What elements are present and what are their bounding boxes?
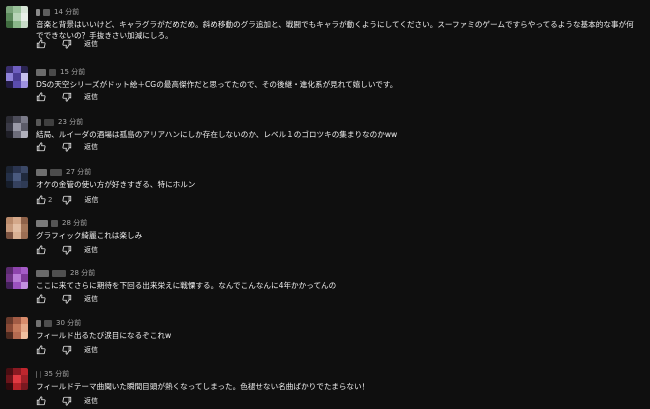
thumbs-down-icon[interactable] (62, 345, 72, 355)
avatar[interactable] (6, 267, 28, 289)
comment-header: 35 分前 (36, 368, 69, 380)
author-name[interactable] (36, 219, 58, 227)
comment-time[interactable]: 23 分前 (58, 117, 83, 127)
comment-text: フィールド出るたび涙目になるぞこれw (36, 331, 172, 340)
reply-button[interactable]: 返信 (84, 142, 98, 152)
avatar[interactable] (6, 166, 28, 188)
thumbs-up-icon[interactable] (36, 92, 46, 102)
comment-time[interactable]: 14 分前 (54, 7, 79, 17)
reply-button[interactable]: 返信 (84, 294, 98, 304)
comment-time[interactable]: 30 分前 (56, 318, 81, 328)
author-name[interactable] (36, 8, 50, 16)
comment-time[interactable]: 15 分前 (60, 67, 85, 77)
thumbs-up-icon[interactable] (36, 142, 46, 152)
avatar[interactable] (6, 116, 28, 138)
author-name[interactable] (36, 319, 52, 327)
reply-button[interactable]: 返信 (84, 39, 98, 49)
thumbs-down-icon[interactable] (62, 245, 72, 255)
comment-time[interactable]: 28 分前 (70, 268, 95, 278)
author-name[interactable] (36, 269, 66, 277)
comment-actions: 返信 (36, 37, 98, 51)
thumbs-up-icon[interactable] (36, 245, 46, 255)
reply-button[interactable]: 返信 (84, 92, 98, 102)
comment-actions: 返信 (36, 90, 98, 104)
thumbs-up-icon[interactable] (36, 294, 46, 304)
author-name[interactable] (36, 168, 62, 176)
thumbs-down-icon[interactable] (62, 92, 72, 102)
comment-time[interactable]: 35 分前 (44, 369, 69, 379)
reply-button[interactable]: 返信 (84, 195, 98, 205)
comment-header: 15 分前 (36, 66, 85, 78)
comment-text: グラフィック綺麗これは楽しみ (36, 231, 143, 240)
thumbs-down-icon[interactable] (62, 396, 72, 406)
reply-button[interactable]: 返信 (84, 396, 98, 406)
comment-actions: 返信 (36, 343, 98, 357)
thumbs-up-icon[interactable] (36, 345, 46, 355)
thumbs-up-icon[interactable] (36, 39, 46, 49)
comment-header: 30 分前 (36, 317, 81, 329)
thumbs-down-icon[interactable] (62, 294, 72, 304)
comment-header: 27 分前 (36, 166, 91, 178)
reply-button[interactable]: 返信 (84, 245, 98, 255)
comment-actions: 返信 (36, 243, 98, 257)
avatar[interactable] (6, 66, 28, 88)
comment-actions: 返信 (36, 292, 98, 306)
like-count: 2 (48, 196, 53, 204)
comment-text: 音楽と背景はいいけど、キャラグラがだめだめ。斜め移動のグラ追加と、戦闘でもキャラ… (36, 20, 634, 40)
thumbs-down-icon[interactable] (62, 142, 72, 152)
comment-header: 14 分前 (36, 6, 79, 18)
comment-text: オケの金管の使い方が好きすぎる、特にホルン (36, 180, 196, 189)
avatar[interactable] (6, 368, 28, 390)
author-name[interactable] (36, 118, 54, 126)
comment-text: 結局、ルイーダの酒場は孤島のアリアハンにしか存在しないのか、レベル１のゴロツキの… (36, 130, 398, 139)
comment-header: 28 分前 (36, 267, 95, 279)
author-name[interactable] (36, 370, 40, 378)
avatar[interactable] (6, 6, 28, 28)
comment-text: ここに来てさらに期待を下回る出来栄えに戦慄する。なんでこんなんに4年かかってんの (36, 281, 337, 290)
avatar[interactable] (6, 317, 28, 339)
thumbs-down-icon[interactable] (62, 195, 72, 205)
comment-header: 23 分前 (36, 116, 83, 128)
comment-header: 28 分前 (36, 217, 87, 229)
avatar[interactable] (6, 217, 28, 239)
comment-actions: 返信 (36, 394, 98, 408)
thumbs-up-icon[interactable] (36, 396, 46, 406)
comment-actions: 返信 (36, 140, 98, 154)
comment-time[interactable]: 28 分前 (62, 218, 87, 228)
reply-button[interactable]: 返信 (84, 345, 98, 355)
comment-time[interactable]: 27 分前 (66, 167, 91, 177)
comment-actions: 2 返信 (36, 193, 98, 207)
comment-text: DSの天空シリーズがドット絵＋CGの最高傑作だと思ってたので、その後継・進化系が… (36, 80, 398, 89)
thumbs-down-icon[interactable] (62, 39, 72, 49)
thumbs-up-icon[interactable] (36, 195, 46, 205)
author-name[interactable] (36, 68, 56, 76)
comment-text: フィールドテーマ曲聞いた瞬間目頭が熱くなってしまった。色褪せない名曲ばかりでたま… (36, 382, 370, 391)
